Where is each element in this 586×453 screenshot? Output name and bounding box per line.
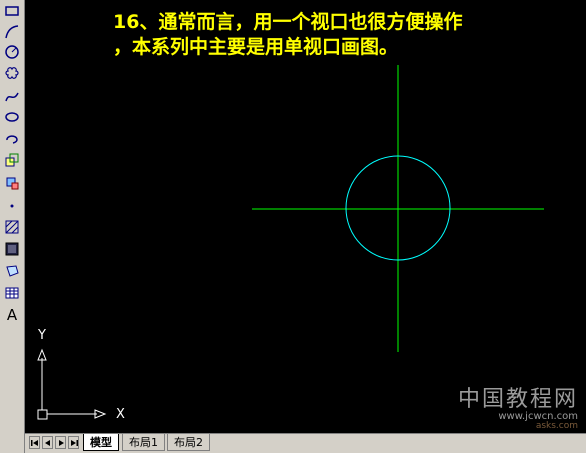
drawing-svg — [37, 65, 544, 420]
prev-arrow-icon — [44, 439, 50, 446]
ucs-y-label: Y — [38, 328, 46, 343]
gradient-icon[interactable] — [3, 240, 21, 258]
ucs-icon — [37, 348, 107, 420]
next-arrow-icon — [58, 439, 64, 446]
multiline-text-icon[interactable]: A — [3, 306, 21, 324]
hatch-icon[interactable] — [3, 218, 21, 236]
last-tab-button[interactable] — [68, 436, 79, 449]
tab-layout1[interactable]: 布局1 — [122, 434, 165, 451]
first-tab-button[interactable] — [29, 436, 40, 449]
drawing-canvas[interactable]: Y X 16、通常而言，用一个视口也很方便操作 ，本系列中主要是用单视口画图。 … — [25, 0, 586, 433]
prev-tab-button[interactable] — [42, 436, 53, 449]
spline-icon[interactable] — [3, 88, 21, 106]
layout-tabs-bar: 模型 布局1 布局2 — [25, 433, 586, 453]
draw-toolbar: A — [0, 0, 25, 453]
tab-layout2[interactable]: 布局2 — [167, 434, 210, 451]
circle-icon[interactable] — [3, 43, 21, 61]
point-icon[interactable] — [3, 197, 21, 215]
rectangle-icon[interactable] — [3, 2, 21, 20]
table-icon[interactable] — [3, 284, 21, 302]
watermark-sub: asks.com — [535, 421, 578, 431]
text-tool-label: A — [6, 306, 18, 324]
revision-cloud-icon[interactable] — [3, 64, 21, 82]
tutorial-caption: 16、通常而言，用一个视口也很方便操作 ，本系列中主要是用单视口画图。 — [113, 10, 462, 60]
ellipse-icon[interactable] — [3, 108, 21, 126]
tab-model[interactable]: 模型 — [83, 434, 119, 451]
last-arrow-icon — [70, 439, 78, 446]
arc-icon[interactable] — [3, 23, 21, 41]
ellipse-arc-icon[interactable] — [3, 130, 21, 148]
watermark: 中国教程网 www.jcwcn.com asks.com — [458, 388, 578, 431]
ucs-x-label: X — [116, 407, 125, 422]
caption-line-2: ，本系列中主要是用单视口画图。 — [113, 36, 399, 58]
watermark-title: 中国教程网 — [457, 387, 578, 412]
region-icon[interactable] — [3, 262, 21, 280]
caption-line-1: 16、通常而言，用一个视口也很方便操作 — [113, 11, 463, 33]
insert-block-icon[interactable] — [3, 151, 21, 169]
next-tab-button[interactable] — [55, 436, 66, 449]
make-block-icon[interactable] — [3, 174, 21, 192]
first-arrow-icon — [30, 439, 38, 446]
